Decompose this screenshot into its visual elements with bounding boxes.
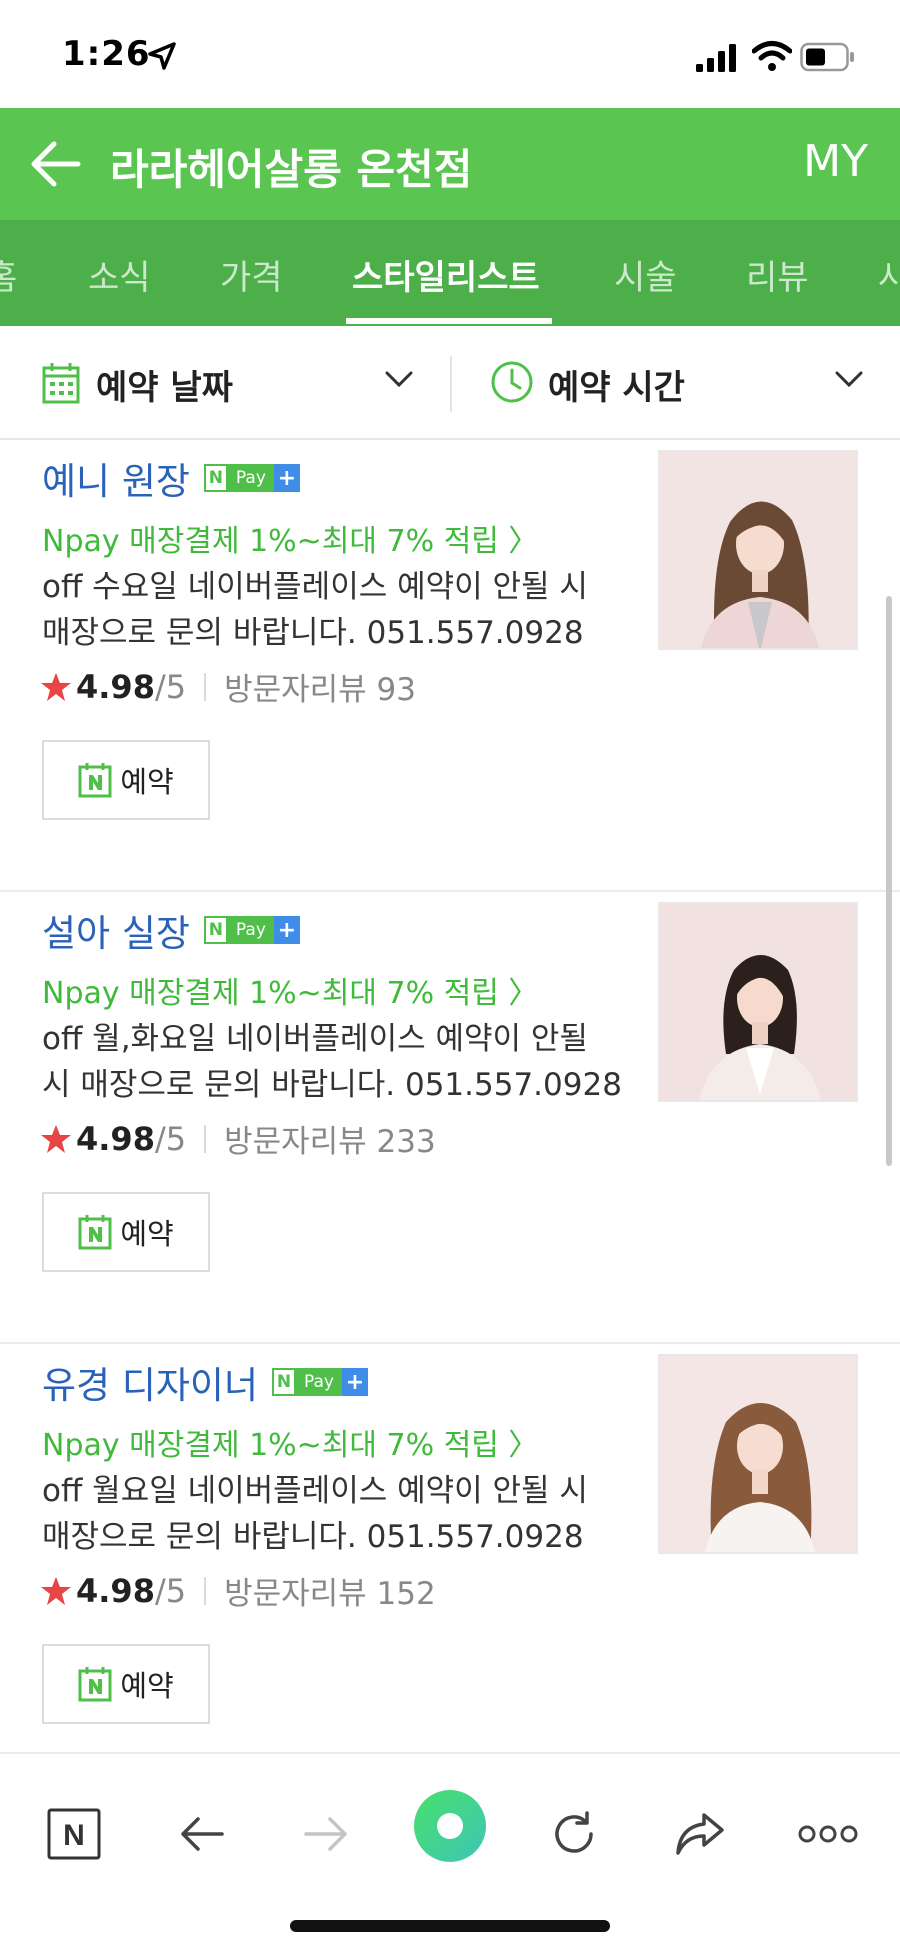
stylist-description: off 월,화요일 네이버플레이스 예약이 안될 시 매장으로 문의 바랍니다.… [42, 1021, 622, 1103]
arrow-right-icon [304, 1817, 347, 1851]
reserve-button[interactable]: 예약 [42, 1192, 210, 1272]
reload-button[interactable] [542, 1802, 606, 1866]
share-icon [676, 1813, 724, 1855]
stylist-list: 예니 원장 N Pay + Npay 매장결제 1%~최대 7% 적립 〉 of… [0, 440, 900, 1752]
stylist-name[interactable]: 유경 디자이너 [42, 1355, 258, 1409]
npay-badge: N Pay + [272, 1368, 368, 1396]
stylist-portrait-image [660, 452, 856, 648]
stylist-photo[interactable] [658, 450, 858, 650]
app-header: 라라헤어살롱 온천점 MY [0, 108, 900, 220]
rating-max: /5 [154, 1571, 187, 1610]
npay-promo-link[interactable]: Npay 매장결제 1%~최대 7% 적립 〉 [42, 516, 538, 560]
naver-home-button[interactable]: N [42, 1802, 106, 1866]
scrollbar[interactable] [886, 596, 892, 1166]
rating-max: /5 [154, 667, 187, 706]
chevron-down-icon [385, 371, 413, 388]
npay-promo-link[interactable]: Npay 매장결제 1%~최대 7% 적립 〉 [42, 1420, 538, 1464]
rating-value: 4.98 [76, 667, 155, 706]
time-filter-dropdown[interactable]: 예약 시간 [452, 326, 900, 438]
review-count[interactable]: 방문자리뷰 233 [224, 1116, 436, 1161]
wifi-icon [752, 41, 792, 71]
stylist-card[interactable]: 유경 디자이너 N Pay + Npay 매장결제 1%~최대 7% 적립 〉 … [0, 1344, 900, 1752]
naver-booking-icon [78, 763, 112, 798]
stylist-name[interactable]: 예니 원장 [42, 451, 190, 505]
tab-review[interactable]: 리뷰 [746, 250, 809, 299]
star-icon [41, 672, 71, 701]
calendar-icon [42, 363, 80, 404]
cellular-signal-icon [696, 44, 736, 72]
tab-photo[interactable]: 사 [878, 250, 900, 299]
home-indicator[interactable] [290, 1920, 610, 1932]
star-icon [41, 1124, 71, 1153]
tab-price[interactable]: 가격 [220, 250, 283, 299]
rating-row: 4.98 /5 방문자리뷰 152 [40, 1568, 436, 1613]
stylist-description: off 수요일 네이버플레이스 예약이 안될 시 매장으로 문의 바랍니다. 0… [42, 569, 588, 651]
svg-text:N: N [63, 1819, 85, 1852]
back-arrow-icon[interactable] [28, 138, 82, 190]
npay-badge: N Pay + [203, 916, 300, 944]
npay-badge: N Pay + [203, 464, 300, 492]
review-count[interactable]: 방문자리뷰 93 [224, 664, 416, 709]
rating-row: 4.98 /5 방문자리뷰 233 [40, 1116, 436, 1161]
date-filter-label: 예약 날짜 [96, 368, 233, 408]
tab-home[interactable]: 홈 [0, 250, 17, 299]
time-filter-label: 예약 시간 [548, 368, 685, 408]
browser-forward-button[interactable] [294, 1802, 358, 1866]
review-count[interactable]: 방문자리뷰 152 [224, 1568, 436, 1613]
stylist-portrait-image [660, 904, 856, 1100]
tab-stylist[interactable]: 스타일리스트 [352, 250, 540, 299]
stylist-card[interactable]: 설아 실장 N Pay + Npay 매장결제 1%~최대 7% 적립 〉 of… [0, 892, 900, 1344]
browser-toolbar: N [0, 1752, 900, 1948]
date-filter-dropdown[interactable]: 예약 날짜 [0, 326, 450, 438]
page-title: 라라헤어살롱 온천점 [110, 145, 473, 194]
green-dot-icon [437, 1813, 463, 1839]
naver-home-icon: N [47, 1808, 101, 1860]
star-icon [41, 1576, 71, 1605]
my-button[interactable]: MY [803, 136, 868, 187]
rating-max: /5 [154, 1119, 187, 1158]
naver-booking-icon [78, 1215, 112, 1250]
more-button[interactable] [796, 1802, 860, 1866]
reload-icon [555, 1811, 593, 1853]
more-dots-icon [798, 1825, 858, 1843]
location-arrow-icon [148, 42, 176, 70]
clock-icon [491, 361, 533, 403]
filter-row: 예약 날짜 예약 시간 [0, 326, 900, 440]
stylist-photo[interactable] [658, 902, 858, 1102]
reserve-button[interactable]: 예약 [42, 740, 210, 820]
green-dot-button[interactable] [414, 1790, 486, 1862]
npay-promo-link[interactable]: Npay 매장결제 1%~최대 7% 적립 〉 [42, 968, 538, 1012]
status-bar: 1:26 [0, 0, 900, 108]
chevron-down-icon [835, 371, 863, 388]
rating-value: 4.98 [76, 1571, 155, 1610]
active-tab-indicator [346, 318, 552, 324]
arrow-left-icon [181, 1817, 224, 1851]
rating-value: 4.98 [76, 1119, 155, 1158]
stylist-description: off 월요일 네이버플레이스 예약이 안될 시 매장으로 문의 바랍니다. 0… [42, 1473, 588, 1555]
tab-treatment[interactable]: 시술 [614, 250, 677, 299]
browser-back-button[interactable] [170, 1802, 234, 1866]
tab-news[interactable]: 소식 [88, 250, 151, 299]
battery-icon [800, 42, 854, 72]
reserve-button[interactable]: 예약 [42, 1644, 210, 1724]
stylist-portrait-image [660, 1356, 856, 1552]
tab-bar: 홈 소식 가격 스타일리스트 시술 리뷰 사 [0, 220, 900, 326]
stylist-name[interactable]: 설아 실장 [42, 903, 190, 957]
status-time: 1:26 [62, 34, 151, 74]
stylist-photo[interactable] [658, 1354, 858, 1554]
naver-booking-icon [78, 1667, 112, 1702]
stylist-card[interactable]: 예니 원장 N Pay + Npay 매장결제 1%~최대 7% 적립 〉 of… [0, 440, 900, 892]
share-button[interactable] [668, 1802, 732, 1866]
rating-row: 4.98 /5 방문자리뷰 93 [40, 664, 416, 709]
